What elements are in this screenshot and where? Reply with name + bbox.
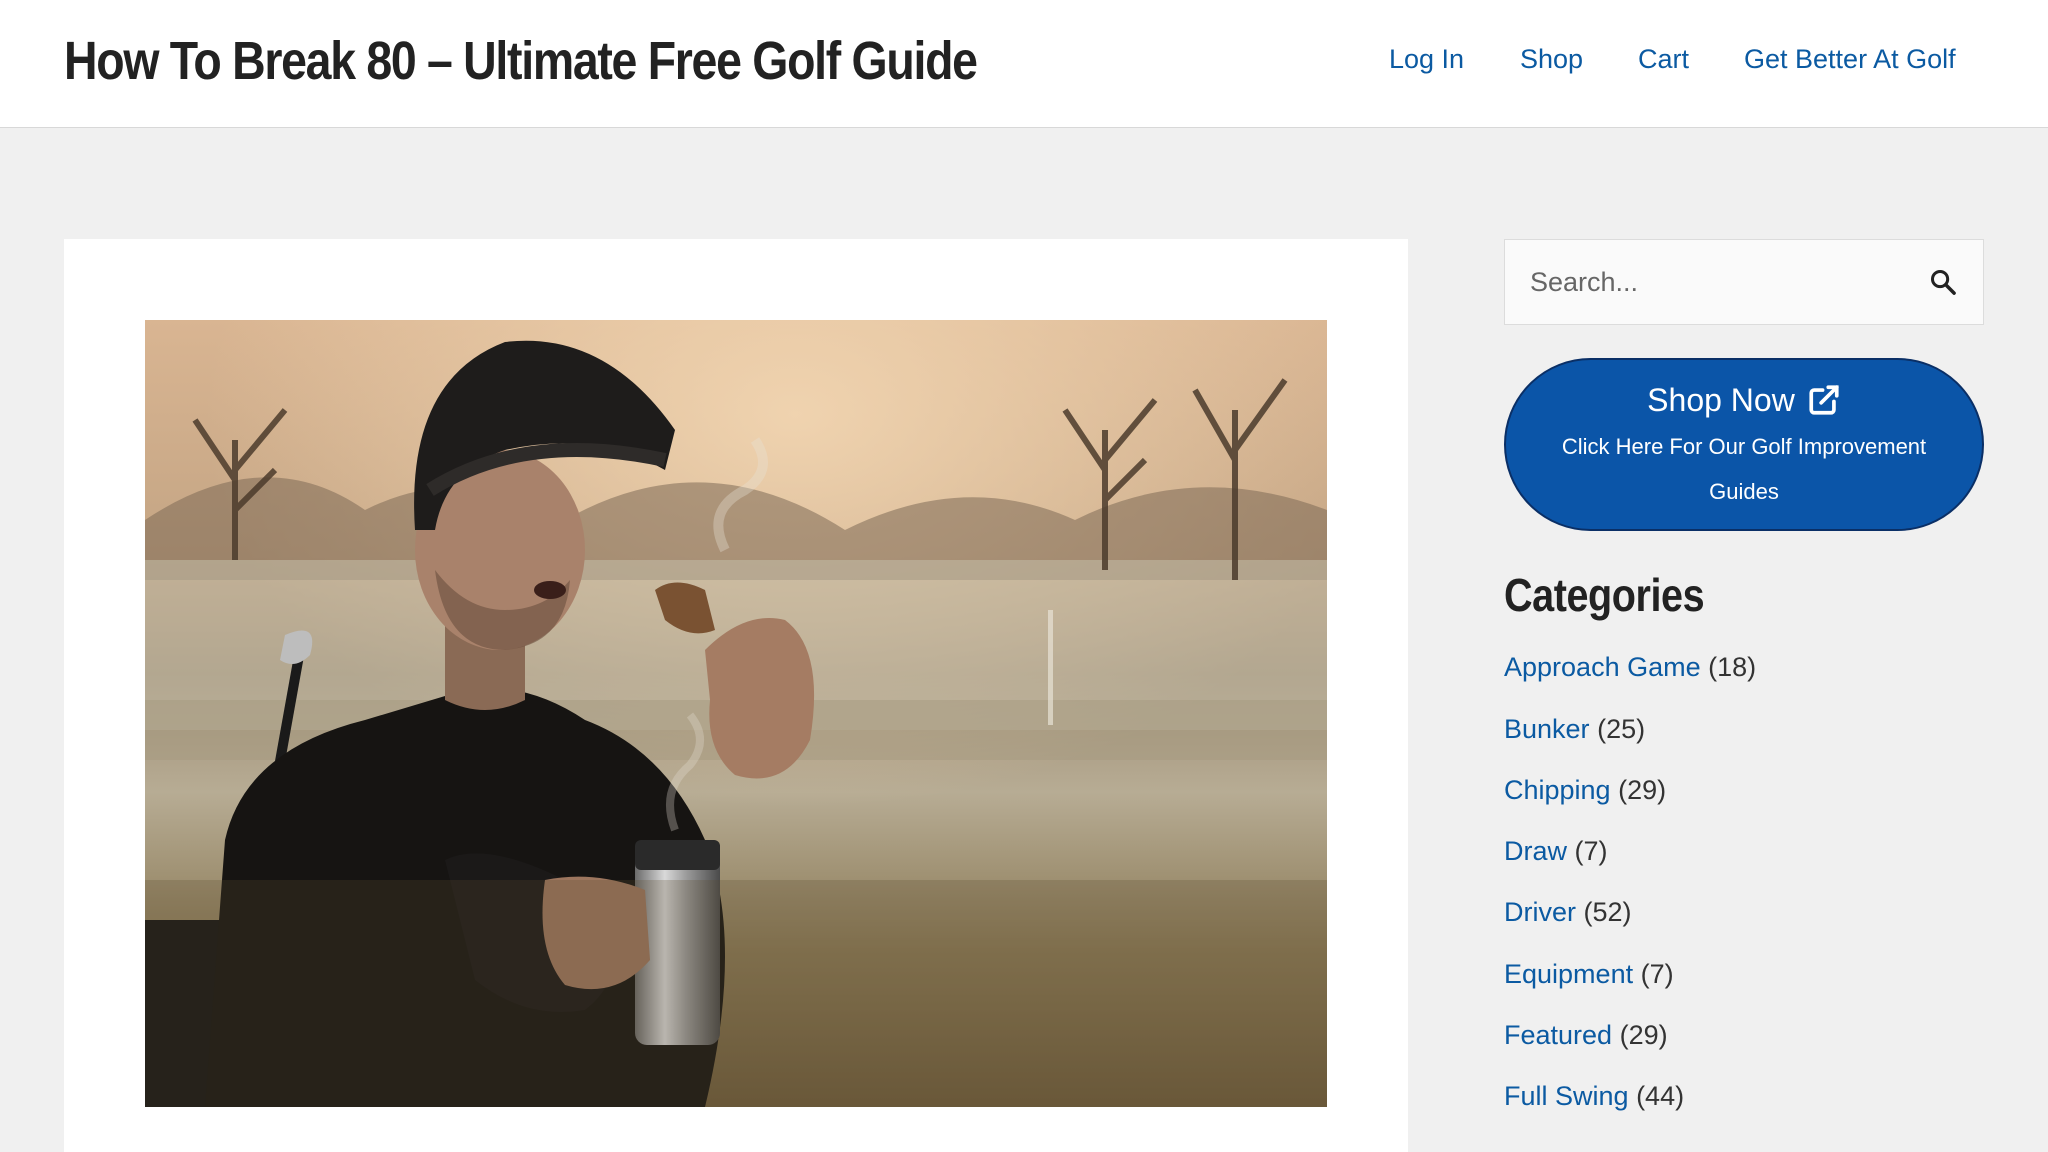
category-link-approach-game[interactable]: Approach Game xyxy=(1504,652,1701,682)
category-count: (52) xyxy=(1583,897,1632,927)
category-link-featured[interactable]: Featured xyxy=(1504,1020,1612,1050)
category-count: (18) xyxy=(1708,652,1757,682)
main-nav: Log In Shop Cart Get Better At Golf xyxy=(0,44,2048,84)
category-link-chipping[interactable]: Chipping xyxy=(1504,775,1611,805)
list-item: Bunker (25) xyxy=(1504,714,1645,754)
category-link-equipment[interactable]: Equipment xyxy=(1504,959,1633,989)
search-icon[interactable] xyxy=(1929,268,1957,296)
category-count: (29) xyxy=(1619,1020,1668,1050)
category-link-draw[interactable]: Draw xyxy=(1504,836,1567,866)
category-count: (25) xyxy=(1597,714,1646,744)
category-count: (7) xyxy=(1574,836,1608,866)
category-link-full-swing[interactable]: Full Swing xyxy=(1504,1081,1629,1111)
categories-heading: Categories xyxy=(1504,569,1705,621)
list-item: Full Swing (44) xyxy=(1504,1081,1684,1121)
category-link-bunker[interactable]: Bunker xyxy=(1504,714,1590,744)
list-item: Featured (29) xyxy=(1504,1020,1668,1060)
nav-link-get-better-at-golf[interactable]: Get Better At Golf xyxy=(1744,44,1956,75)
shop-now-title: Shop Now xyxy=(1506,380,1982,420)
content-card xyxy=(64,239,1408,1152)
photo-golfer-eating-snack xyxy=(145,320,1327,1107)
list-item: Driver (52) xyxy=(1504,897,1632,937)
category-count: (44) xyxy=(1636,1081,1685,1111)
nav-link-cart[interactable]: Cart xyxy=(1638,44,1689,75)
category-count: (7) xyxy=(1640,959,1674,989)
site-header: How To Break 80 – Ultimate Free Golf Gui… xyxy=(0,0,2048,128)
hero-image[interactable] xyxy=(145,320,1327,1107)
nav-link-log-in[interactable]: Log In xyxy=(1389,44,1464,75)
nav-link-shop[interactable]: Shop xyxy=(1520,44,1583,75)
list-item: Chipping (29) xyxy=(1504,775,1666,815)
shop-now-label: Shop Now xyxy=(1647,382,1795,418)
category-link-driver[interactable]: Driver xyxy=(1504,897,1576,927)
list-item: Draw (7) xyxy=(1504,836,1608,876)
list-item: Approach Game (18) xyxy=(1504,652,1756,692)
search-box xyxy=(1504,239,1984,325)
external-link-icon xyxy=(1809,385,1839,415)
search-input[interactable] xyxy=(1505,240,1925,324)
shop-now-subtitle: Click Here For Our Golf Improvement Guid… xyxy=(1561,434,1927,504)
category-count: (29) xyxy=(1618,775,1667,805)
list-item: Equipment (7) xyxy=(1504,959,1674,999)
shop-now-button[interactable]: Shop Now Click Here For Our Golf Improve… xyxy=(1504,358,1984,531)
